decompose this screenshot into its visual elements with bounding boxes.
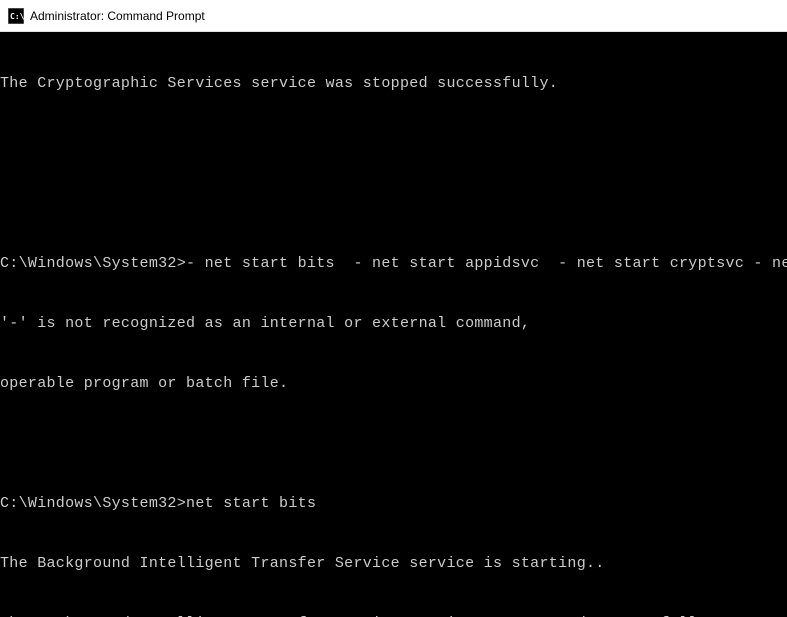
title-bar[interactable]: C:\ Administrator: Command Prompt (0, 0, 787, 32)
terminal-line: The Cryptographic Services service was s… (0, 74, 787, 94)
terminal-output[interactable]: The Cryptographic Services service was s… (0, 32, 787, 617)
svg-text:C:\: C:\ (10, 12, 24, 21)
terminal-line: The Background Intelligent Transfer Serv… (0, 554, 787, 574)
terminal-line (0, 194, 787, 214)
terminal-line (0, 434, 787, 454)
cmd-icon: C:\ (8, 8, 24, 24)
terminal-line: C:\Windows\System32>net start bits (0, 494, 787, 514)
terminal-line (0, 134, 787, 154)
terminal-line: operable program or batch file. (0, 374, 787, 394)
window-title: Administrator: Command Prompt (30, 9, 205, 23)
terminal-line: C:\Windows\System32>- net start bits - n… (0, 254, 787, 274)
terminal-line: '-' is not recognized as an internal or … (0, 314, 787, 334)
